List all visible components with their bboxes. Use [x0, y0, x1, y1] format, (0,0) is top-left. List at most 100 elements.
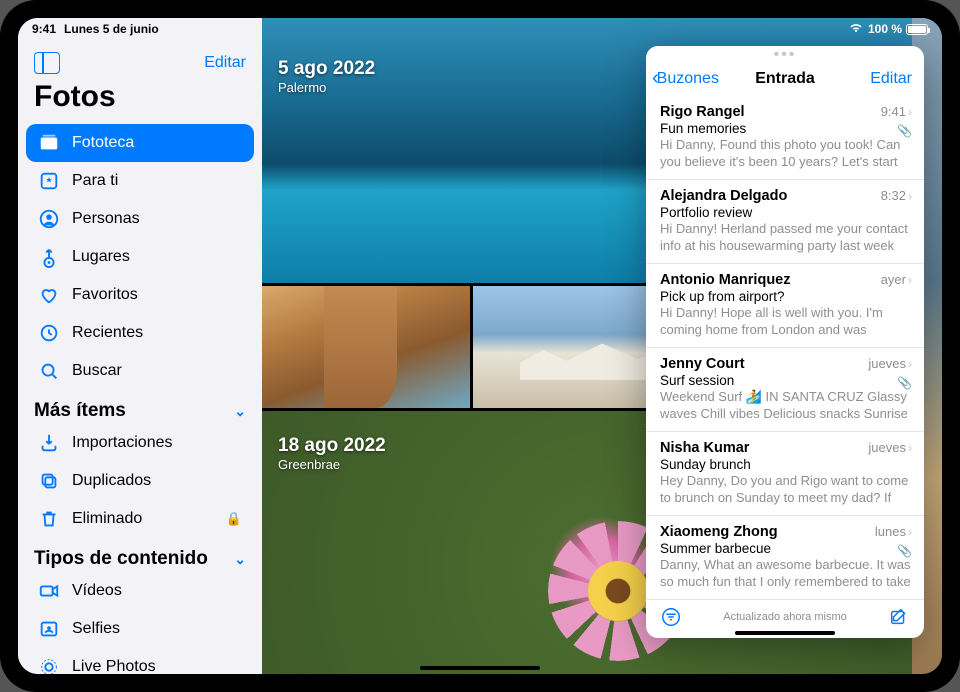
foryou-icon: [38, 170, 60, 192]
chevron-right-icon: ›: [908, 357, 912, 371]
mail-time: jueves ›: [868, 356, 912, 371]
sidebar-item-library[interactable]: Fototeca: [26, 124, 254, 162]
library-icon: [38, 132, 60, 154]
mail-time: 9:41 ›: [881, 104, 912, 119]
mail-edit-button[interactable]: Editar: [870, 70, 912, 88]
filter-button[interactable]: [660, 606, 682, 628]
mail-time: ayer ›: [881, 272, 912, 287]
sidebar-item-label: Lugares: [72, 248, 130, 266]
sidebar-item-selfies[interactable]: Selfies: [26, 610, 254, 648]
sidebar-item-recents[interactable]: Recientes: [26, 314, 254, 352]
mail-subject: Surf session: [660, 373, 912, 388]
livephotos-icon: [38, 656, 60, 674]
mail-back-button[interactable]: ‹ Buzones: [652, 67, 719, 90]
mail-from: Antonio Manriquez: [660, 272, 791, 288]
screen: 9:41 Lunes 5 de junio 100 % Editar Fotos…: [18, 18, 942, 674]
sidebar-item-places[interactable]: Lugares: [26, 238, 254, 276]
sidebar-item-label: Personas: [72, 210, 140, 228]
moment-location: Palermo: [278, 80, 326, 95]
mail-list[interactable]: Rigo Rangel9:41 ›Fun memoriesHi Danny, F…: [646, 96, 924, 599]
slideover-handle[interactable]: [735, 631, 835, 635]
sidebar-title: Fotos: [18, 76, 262, 124]
status-bar: 9:41 Lunes 5 de junio 100 %: [18, 18, 942, 40]
moment-location: Greenbrae: [278, 457, 340, 472]
sidebar-item-search[interactable]: Buscar: [26, 352, 254, 390]
sidebar-item-label: Favoritos: [72, 286, 138, 304]
selfies-icon: [38, 618, 60, 640]
sidebar-item-people[interactable]: Personas: [26, 200, 254, 238]
mail-item[interactable]: Nisha Kumar jueves › Sunday brunchHey Dann…: [646, 432, 924, 516]
sidebar-item-videos[interactable]: Vídeos: [26, 572, 254, 610]
sidebar-item-foryou[interactable]: Para ti: [26, 162, 254, 200]
trash-icon: [38, 508, 60, 530]
sidebar: Editar Fotos Fototeca Para ti Personas L…: [18, 18, 262, 674]
chevron-right-icon: ›: [908, 105, 912, 119]
import-icon: [38, 432, 60, 454]
mail-item[interactable]: Antonio Manriquez ayer › Pick up from airp…: [646, 264, 924, 348]
photo-thumbnail[interactable]: [262, 286, 470, 408]
mail-item[interactable]: Rigo Rangel9:41 ›Fun memoriesHi Danny, F…: [646, 96, 924, 180]
mail-subject: Portfolio review: [660, 205, 912, 220]
sidebar-item-label: Vídeos: [72, 582, 122, 600]
mail-subject: Sunday brunch: [660, 457, 912, 472]
ipad-frame: 9:41 Lunes 5 de junio 100 % Editar Fotos…: [0, 0, 960, 692]
clock-icon: [38, 322, 60, 344]
sidebar-item-duplicates[interactable]: Duplicados: [26, 462, 254, 500]
sidebar-item-label: Selfies: [72, 620, 120, 638]
sidebar-item-label: Duplicados: [72, 472, 151, 490]
mail-status: Actualizado ahora mismo: [723, 611, 847, 623]
sidebar-item-label: Recientes: [72, 324, 143, 342]
heart-icon: [38, 284, 60, 306]
chevron-right-icon: ›: [908, 273, 912, 287]
paperclip-icon: 📎: [897, 544, 912, 558]
mail-preview: Danny, What an awesome barbecue. It was …: [660, 557, 912, 591]
mail-preview: Hi Danny, Found this photo you took! Can…: [660, 137, 912, 171]
mail-preview: Weekend Surf 🏄 IN SANTA CRUZ Glassy wave…: [660, 389, 912, 423]
mail-item[interactable]: Alejandra Delgado 8:32 › Portfolio reviewH…: [646, 180, 924, 264]
sidebar-item-livephotos[interactable]: Live Photos: [26, 648, 254, 674]
status-time: 9:41: [32, 22, 56, 36]
mail-preview: Hi Danny! Herland passed me your contact…: [660, 221, 912, 255]
sidebar-item-deleted[interactable]: Eliminado 🔒: [26, 500, 254, 538]
slideover-grabber[interactable]: •••: [774, 51, 797, 59]
chevron-down-icon: ⌄: [234, 551, 246, 568]
mail-time: lunes ›: [875, 524, 912, 539]
mail-item[interactable]: Jenny Court jueves › Surf sessionWeekend S…: [646, 348, 924, 432]
paperclip-icon: 📎: [897, 376, 912, 390]
sidebar-section-more[interactable]: Más ítems ⌄: [18, 390, 262, 424]
sidebar-item-label: Para ti: [72, 172, 118, 190]
sidebar-item-favorites[interactable]: Favoritos: [26, 276, 254, 314]
mail-item[interactable]: Xiaomeng Zhong lunes › Summer barbecueDann…: [646, 516, 924, 599]
mail-preview: Hey Danny, Do you and Rigo want to come …: [660, 473, 912, 507]
paperclip-icon: 📎: [897, 124, 912, 138]
sidebar-item-label: Eliminado: [72, 510, 142, 528]
lock-icon: 🔒: [226, 511, 242, 527]
battery-percent: 100 %: [868, 22, 902, 36]
mail-subject: Pick up from airport?: [660, 289, 912, 304]
mail-slideover[interactable]: ••• ‹ Buzones Entrada Editar Rigo Rangel…: [646, 46, 924, 638]
people-icon: [38, 208, 60, 230]
sidebar-section-types[interactable]: Tipos de contenido ⌄: [18, 538, 262, 572]
chevron-right-icon: ›: [908, 441, 912, 455]
sidebar-item-label: Buscar: [72, 362, 122, 380]
mail-time: jueves ›: [868, 440, 912, 455]
mail-from: Jenny Court: [660, 356, 745, 372]
mail-time: 8:32 ›: [881, 188, 912, 203]
chevron-right-icon: ›: [908, 525, 912, 539]
mail-from: Xiaomeng Zhong: [660, 524, 778, 540]
sidebar-item-label: Importaciones: [72, 434, 173, 452]
mail-preview: Hi Danny! Hope all is well with you. I'm…: [660, 305, 912, 339]
chevron-down-icon: ⌄: [234, 403, 246, 420]
duplicates-icon: [38, 470, 60, 492]
mail-from: Nisha Kumar: [660, 440, 749, 456]
sidebar-edit-button[interactable]: Editar: [204, 54, 246, 72]
battery-icon: [906, 24, 928, 35]
sidebar-toggle-icon[interactable]: [34, 52, 60, 74]
mail-subject: Summer barbecue: [660, 541, 912, 556]
mail-from: Alejandra Delgado: [660, 188, 787, 204]
compose-button[interactable]: [888, 606, 910, 628]
mail-title: Entrada: [755, 70, 815, 88]
home-indicator[interactable]: [420, 666, 540, 670]
wifi-icon: [848, 22, 864, 37]
sidebar-item-imports[interactable]: Importaciones: [26, 424, 254, 462]
